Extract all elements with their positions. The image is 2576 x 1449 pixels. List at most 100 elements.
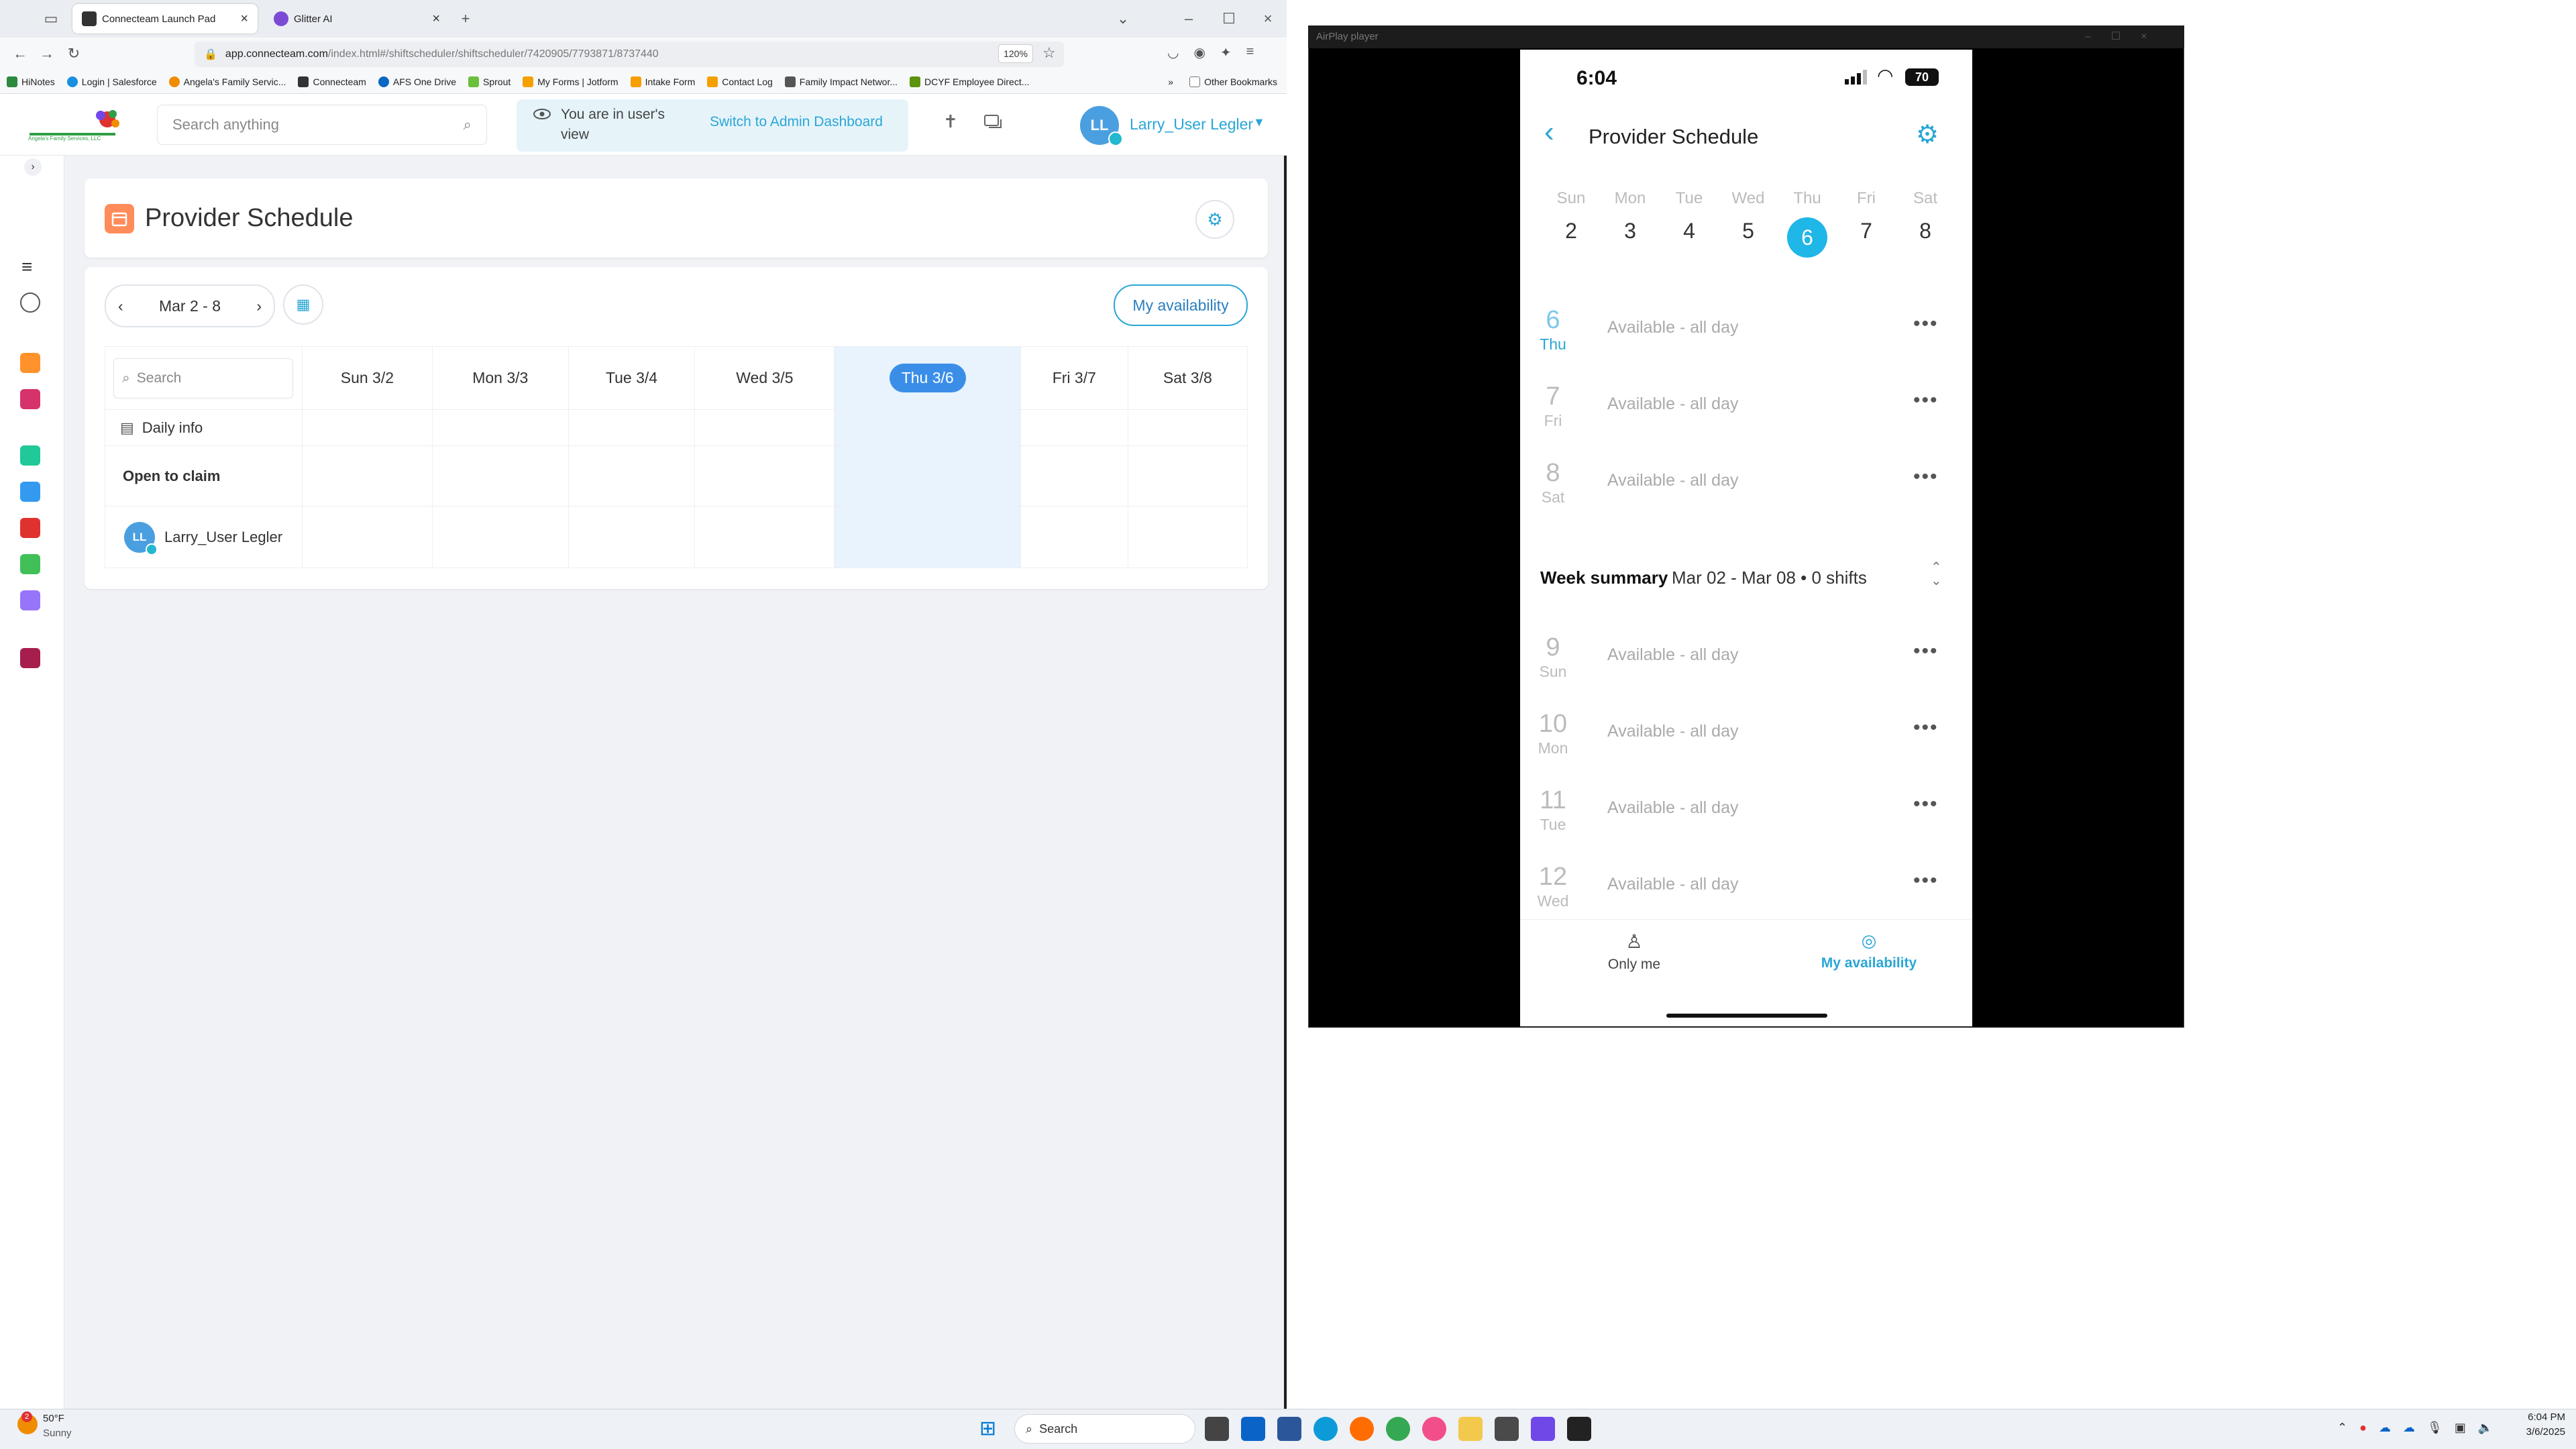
grid-cell[interactable] <box>431 506 569 568</box>
global-search-input[interactable]: Search anything ⌕ <box>157 105 487 145</box>
firefox-icon[interactable] <box>1350 1417 1374 1441</box>
accessibility-icon[interactable]: ✝ <box>943 111 958 132</box>
taskbar-search[interactable]: ⌕ Search <box>1014 1414 1195 1444</box>
volume-icon[interactable]: 🔈 <box>2478 1421 2493 1435</box>
availability-row[interactable]: 6 Thu Available - all day ••• <box>1520 306 1972 382</box>
book-icon[interactable] <box>20 648 40 668</box>
more-options-icon[interactable]: ••• <box>1913 716 1939 739</box>
grid-cell[interactable] <box>1127 506 1248 568</box>
back-chevron-icon[interactable]: ‹ <box>1544 115 1554 149</box>
list-icon[interactable] <box>20 554 40 574</box>
account-icon[interactable]: ◉ <box>1193 44 1205 61</box>
grid-cell[interactable] <box>1020 445 1128 506</box>
day-header[interactable]: Sat 3/8 <box>1127 346 1248 410</box>
clock-date[interactable]: 3/6/2025 <box>2512 1426 2565 1438</box>
security-icon[interactable]: ● <box>2359 1421 2367 1435</box>
more-options-icon[interactable]: ••• <box>1913 313 1939 335</box>
clock-time[interactable]: 6:04 PM <box>2512 1411 2565 1423</box>
profile-icon[interactable] <box>20 292 40 313</box>
grid-cell[interactable] <box>694 409 835 446</box>
grid-cell[interactable] <box>302 506 433 568</box>
bookmark-item[interactable]: Family Impact Networ... <box>784 76 898 87</box>
mail-icon[interactable] <box>20 482 40 502</box>
close-tab-icon[interactable]: × <box>432 11 440 27</box>
my-availability-button[interactable]: My availability <box>1114 284 1248 326</box>
tab-list-icon[interactable]: ▭ <box>38 5 64 32</box>
microphone-icon[interactable]: 🎙 <box>2427 1421 2443 1435</box>
grid-cell[interactable] <box>431 409 569 446</box>
availability-row[interactable]: 11 Tue Available - all day ••• <box>1520 786 1972 863</box>
grid-cell[interactable] <box>302 409 433 446</box>
window-controls[interactable]: –☐× <box>2085 30 2167 43</box>
forward-icon[interactable]: → <box>34 40 60 67</box>
music-icon[interactable] <box>1422 1417 1446 1441</box>
switch-admin-link[interactable]: Switch to Admin Dashboard <box>710 114 883 130</box>
url-bar[interactable]: 🔒 app.connecteam.com /index.html#/shifts… <box>195 42 1064 67</box>
calendar-picker-icon[interactable]: ▦ <box>283 284 323 325</box>
user-menu-chevron-icon[interactable]: ▼ <box>1253 115 1265 129</box>
grid-cell[interactable] <box>694 506 835 568</box>
onedrive-icon[interactable]: ☁ <box>2403 1421 2415 1435</box>
grid-cell[interactable] <box>834 445 1021 506</box>
grid-cell[interactable] <box>568 409 696 446</box>
chevron-up-icon[interactable]: ⌃ <box>2337 1421 2347 1435</box>
week-day-selected[interactable]: 6 <box>1787 217 1827 258</box>
menu-icon[interactable]: ≡ <box>1246 44 1254 61</box>
bookmark-star-icon[interactable]: ☆ <box>1042 44 1056 62</box>
onedrive-icon[interactable]: ☁ <box>2379 1421 2391 1435</box>
more-options-icon[interactable]: ••• <box>1913 793 1939 816</box>
grid-cell[interactable] <box>1127 409 1248 446</box>
expand-collapse-icon[interactable]: ⌃ ⌄ <box>1931 561 1942 588</box>
grid-cell[interactable] <box>1020 506 1128 568</box>
grid-cell[interactable] <box>1127 445 1248 506</box>
outlook-icon[interactable] <box>1241 1417 1265 1441</box>
availability-row[interactable]: 10 Mon Available - all day ••• <box>1520 710 1972 786</box>
tab-glitter[interactable]: Glitter AI × <box>264 4 449 34</box>
bookmark-item[interactable]: AFS One Drive <box>378 76 456 87</box>
pocket-icon[interactable]: ◡ <box>1167 44 1179 61</box>
word-icon[interactable] <box>1277 1417 1301 1441</box>
terminal-icon[interactable] <box>1567 1417 1591 1441</box>
week-day-number[interactable]: 8 <box>1905 219 1945 244</box>
glitter-icon[interactable] <box>1531 1417 1555 1441</box>
back-icon[interactable]: ← <box>7 40 34 67</box>
calculator-icon[interactable] <box>1495 1417 1519 1441</box>
grid-cell[interactable] <box>834 506 1021 568</box>
date-range-label[interactable]: Mar 2 - 8 <box>159 297 221 315</box>
extensions-icon[interactable]: ✦ <box>1220 44 1232 61</box>
close-window-icon[interactable]: × <box>1254 5 1281 32</box>
grid-cell[interactable] <box>834 409 1021 446</box>
chevron-right-icon[interactable]: › <box>256 297 262 315</box>
close-tab-icon[interactable]: × <box>240 11 248 27</box>
grid-cell[interactable] <box>431 445 569 506</box>
tab-only-me[interactable]: ♙ Only me <box>1601 930 1668 973</box>
bookmark-item[interactable]: DCYF Employee Direct... <box>910 76 1029 87</box>
grid-cell[interactable] <box>302 445 433 506</box>
task-view-icon[interactable] <box>1205 1417 1229 1441</box>
availability-row[interactable]: 8 Sat Available - all day ••• <box>1520 459 1972 535</box>
daily-info-cell[interactable]: ▤ Daily info <box>105 409 303 446</box>
maximize-icon[interactable]: ☐ <box>1216 5 1242 32</box>
day-header[interactable]: Tue 3/4 <box>568 346 696 410</box>
week-day-number[interactable]: 3 <box>1610 219 1650 244</box>
tab-connecteam[interactable]: Connecteam Launch Pad × <box>72 4 258 34</box>
chat-icon[interactable] <box>983 114 1004 131</box>
media-icon[interactable] <box>20 590 40 610</box>
chat-bubble-icon[interactable] <box>20 445 40 466</box>
clipboard-icon[interactable] <box>20 389 40 409</box>
other-bookmarks[interactable]: » Other Bookmarks <box>1168 76 1277 87</box>
more-options-icon[interactable]: ••• <box>1913 466 1939 488</box>
more-options-icon[interactable]: ••• <box>1913 640 1939 663</box>
bookmark-item[interactable]: HiNotes <box>7 76 55 87</box>
bookmark-item[interactable]: My Forms | Jotform <box>523 76 619 87</box>
company-logo[interactable]: Angela's Family Services, LLC <box>23 106 123 144</box>
grid-search-input[interactable]: ⌕ Search <box>113 358 293 398</box>
day-header[interactable]: Wed 3/5 <box>694 346 835 410</box>
grid-cell[interactable] <box>568 506 696 568</box>
bookmark-item[interactable]: Connecteam <box>298 76 366 87</box>
network-icon[interactable]: ▣ <box>2455 1421 2466 1435</box>
reload-icon[interactable]: ↻ <box>60 40 87 67</box>
day-header[interactable]: Sun 3/2 <box>302 346 433 410</box>
file-explorer-icon[interactable] <box>1458 1417 1483 1441</box>
menu-icon[interactable]: ≡ <box>21 256 32 278</box>
